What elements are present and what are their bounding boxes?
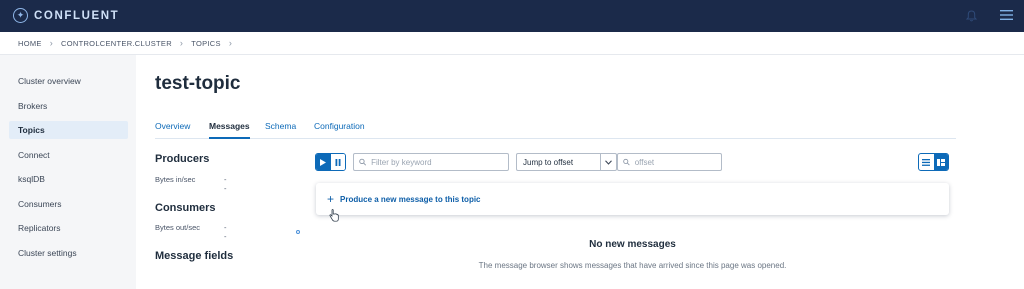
tab-messages[interactable]: Messages	[209, 121, 250, 139]
tab-schema[interactable]: Schema	[265, 121, 296, 139]
top-navigation-bar: ✦ CONFLUENT	[0, 0, 1024, 32]
producers-heading: Producers	[155, 153, 210, 165]
confluent-logo-icon: ✦	[13, 8, 28, 23]
list-view-button[interactable]	[919, 154, 934, 170]
bytes-out-label: Bytes out/sec	[155, 223, 201, 232]
chevron-right-icon: ›	[179, 38, 184, 48]
view-mode-toggle	[918, 153, 949, 171]
card-view-button[interactable]	[933, 154, 948, 170]
pause-button[interactable]	[330, 154, 345, 170]
consumers-heading: Consumers	[155, 202, 216, 214]
brand-name: CONFLUENT	[34, 9, 120, 22]
tab-overview[interactable]: Overview	[155, 121, 190, 139]
breadcrumb-cluster[interactable]: CONTROLCENTER.CLUSTER	[61, 39, 172, 48]
playback-controls	[315, 153, 346, 171]
sidebar-item-consumers[interactable]: Consumers	[9, 195, 128, 213]
empty-state-description: The message browser shows messages that …	[478, 261, 787, 270]
chevron-down-icon[interactable]	[600, 154, 616, 170]
message-fields-heading: Message fields	[155, 250, 234, 262]
pause-icon	[335, 158, 341, 166]
sidebar-item-cluster-overview[interactable]: Cluster overview	[9, 72, 128, 90]
produce-message-label: Produce a new message to this topic	[340, 194, 481, 204]
sidebar-item-replicators[interactable]: Replicators	[9, 219, 128, 237]
loading-indicator-icon	[296, 230, 300, 234]
bytes-in-metric: Bytes in/sec --	[155, 175, 227, 193]
bytes-in-label: Bytes in/sec	[155, 175, 196, 184]
sidebar-item-topics[interactable]: Topics	[9, 121, 128, 139]
hand-pointer-cursor-icon	[329, 209, 339, 222]
play-button[interactable]	[316, 154, 331, 170]
bytes-out-metric: Bytes out/sec --	[155, 223, 227, 241]
bytes-out-value: --	[224, 223, 227, 241]
sidebar-item-ksqldb[interactable]: ksqlDB	[9, 170, 128, 188]
search-icon	[359, 158, 367, 166]
breadcrumb-topics[interactable]: TOPICS	[191, 39, 221, 48]
jump-select-value: Jump to offset	[523, 157, 574, 167]
plus-icon: +	[327, 192, 335, 206]
sidebar-item-connect[interactable]: Connect	[9, 146, 128, 164]
topic-tabs: Overview Messages Schema Configuration	[155, 119, 956, 139]
search-icon	[623, 158, 630, 166]
confluent-logo[interactable]: ✦ CONFLUENT	[13, 8, 119, 23]
produce-message-button[interactable]: + Produce a new message to this topic	[316, 183, 949, 215]
bytes-in-value: --	[224, 175, 227, 193]
play-icon	[320, 158, 327, 166]
offset-input[interactable]	[634, 157, 721, 167]
page-title: test-topic	[155, 73, 241, 94]
breadcrumb: HOME › CONTROLCENTER.CLUSTER › TOPICS ›	[0, 32, 1024, 55]
sidebar: Cluster overview Brokers Topics Connect …	[0, 55, 136, 289]
tab-configuration[interactable]: Configuration	[314, 121, 365, 139]
card-view-icon	[936, 158, 945, 166]
sidebar-item-cluster-settings[interactable]: Cluster settings	[9, 244, 128, 262]
jump-to-offset-select[interactable]: Jump to offset	[516, 153, 617, 171]
list-view-icon	[922, 158, 931, 166]
filter-keyword-field[interactable]	[353, 153, 509, 171]
notification-bell-icon[interactable]	[966, 10, 977, 22]
empty-state-heading: No new messages	[589, 239, 676, 250]
sidebar-item-brokers[interactable]: Brokers	[9, 97, 128, 115]
filter-keyword-input[interactable]	[371, 157, 508, 167]
breadcrumb-home[interactable]: HOME	[18, 39, 42, 48]
chevron-right-icon: ›	[49, 38, 54, 48]
chevron-right-icon: ›	[228, 38, 233, 48]
hamburger-menu-icon[interactable]	[1000, 9, 1013, 21]
offset-field[interactable]	[617, 153, 722, 171]
